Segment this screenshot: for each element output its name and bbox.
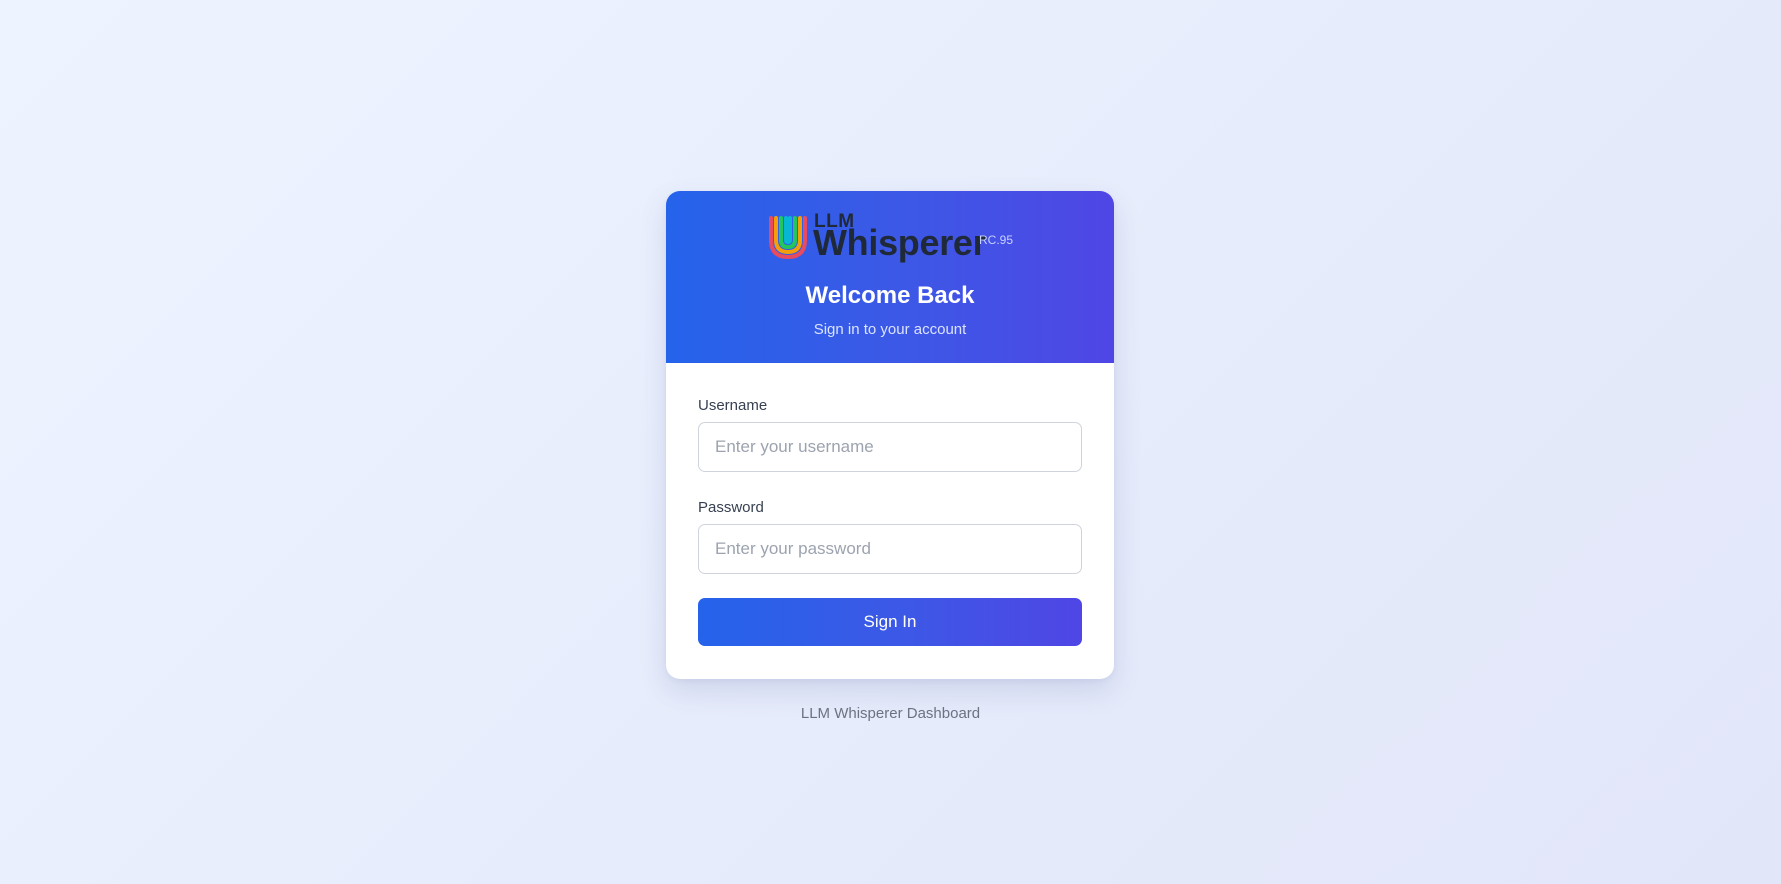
page-title: Welcome Back — [805, 282, 975, 309]
username-input[interactable] — [698, 422, 1082, 472]
sign-in-button[interactable]: Sign In — [698, 598, 1082, 646]
login-card: LLM Whisperer RC.95 Welcome Back Sign in… — [666, 191, 1114, 679]
password-label: Password — [698, 499, 764, 516]
password-input[interactable] — [698, 524, 1082, 574]
version-badge: RC.95 — [979, 233, 1014, 247]
logo-text-whisperer: Whisperer — [813, 222, 987, 263]
llm-whisperer-logo-icon — [769, 216, 807, 260]
login-header: LLM Whisperer RC.95 Welcome Back Sign in… — [666, 191, 1114, 363]
username-label: Username — [698, 397, 768, 414]
logo: LLM Whisperer RC.95 — [666, 212, 1114, 263]
page-subtitle: Sign in to your account — [813, 321, 967, 338]
footer-text: LLM Whisperer Dashboard — [800, 705, 981, 722]
